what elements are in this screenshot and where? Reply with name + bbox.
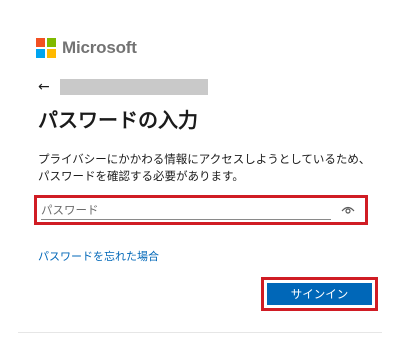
sign-in-card: Microsoft ← パスワードの入力 プライバシーにかかわる情報にアクセスし… — [18, 0, 382, 340]
identity-row: ← — [38, 78, 208, 96]
eye-icon[interactable] — [341, 204, 355, 216]
page-description: プライバシーにかかわる情報にアクセスしようとしているため、パスワードを確認する必… — [38, 152, 371, 183]
forgot-password-link[interactable]: パスワードを忘れた場合 — [38, 248, 159, 264]
brand-name: Microsoft — [62, 38, 137, 57]
microsoft-logo: Microsoft — [36, 38, 137, 58]
back-arrow-icon[interactable]: ← — [38, 78, 56, 96]
sign-in-button-highlight: サインイン — [261, 277, 378, 311]
sign-in-button[interactable]: サインイン — [267, 283, 372, 305]
divider — [18, 332, 382, 333]
password-field-highlight — [34, 195, 368, 225]
redacted-account-name — [60, 79, 208, 95]
microsoft-logo-icon — [36, 38, 56, 58]
page-title: パスワードの入力 — [38, 108, 198, 132]
password-input[interactable] — [41, 201, 331, 220]
